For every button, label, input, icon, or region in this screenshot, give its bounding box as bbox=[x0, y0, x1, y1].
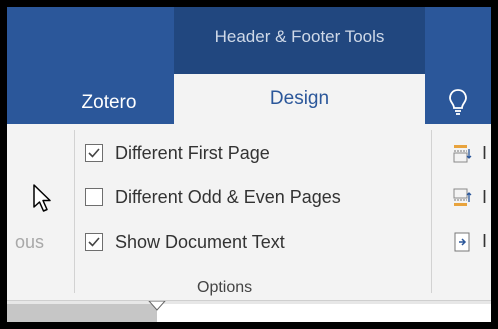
different-first-page-label: Different First Page bbox=[115, 142, 270, 163]
header-from-top-icon[interactable] bbox=[453, 144, 473, 164]
show-document-text-checkbox[interactable] bbox=[85, 233, 103, 251]
ruler-margin-area bbox=[7, 304, 157, 322]
different-odd-even-option[interactable]: Different Odd & Even Pages bbox=[85, 183, 341, 211]
checkmark-icon bbox=[88, 237, 100, 247]
different-odd-even-label: Different Odd & Even Pages bbox=[115, 186, 341, 207]
insert-alignment-tab-label: I bbox=[482, 231, 488, 251]
tab-zotero[interactable]: Zotero bbox=[69, 83, 149, 123]
cursor-icon bbox=[33, 184, 51, 212]
header-from-top-label: I bbox=[482, 143, 488, 163]
contextual-tab-title: Header & Footer Tools bbox=[214, 27, 385, 46]
app-window: Header & Footer Tools Zotero Design ous … bbox=[7, 7, 491, 322]
different-odd-even-checkbox[interactable] bbox=[85, 188, 103, 206]
options-group-label: Options bbox=[197, 279, 253, 296]
tab-design[interactable]: Design bbox=[174, 74, 425, 125]
previous-group-label: ous bbox=[15, 232, 45, 252]
show-document-text-label: Show Document Text bbox=[115, 231, 285, 252]
different-first-page-option[interactable]: Different First Page bbox=[85, 139, 270, 167]
ruler-text-area bbox=[157, 304, 491, 322]
different-first-page-checkbox[interactable] bbox=[85, 144, 103, 162]
insert-alignment-tab-icon[interactable] bbox=[453, 232, 473, 252]
group-divider bbox=[431, 130, 432, 293]
footer-from-bottom-label: I bbox=[482, 187, 488, 207]
show-document-text-option[interactable]: Show Document Text bbox=[85, 228, 285, 256]
horizontal-ruler[interactable] bbox=[7, 300, 491, 322]
footer-from-bottom-icon[interactable] bbox=[453, 188, 473, 208]
lightbulb-icon[interactable] bbox=[447, 87, 469, 117]
checkmark-icon bbox=[88, 148, 100, 158]
group-divider bbox=[74, 130, 75, 293]
first-line-indent-marker[interactable] bbox=[148, 301, 166, 311]
